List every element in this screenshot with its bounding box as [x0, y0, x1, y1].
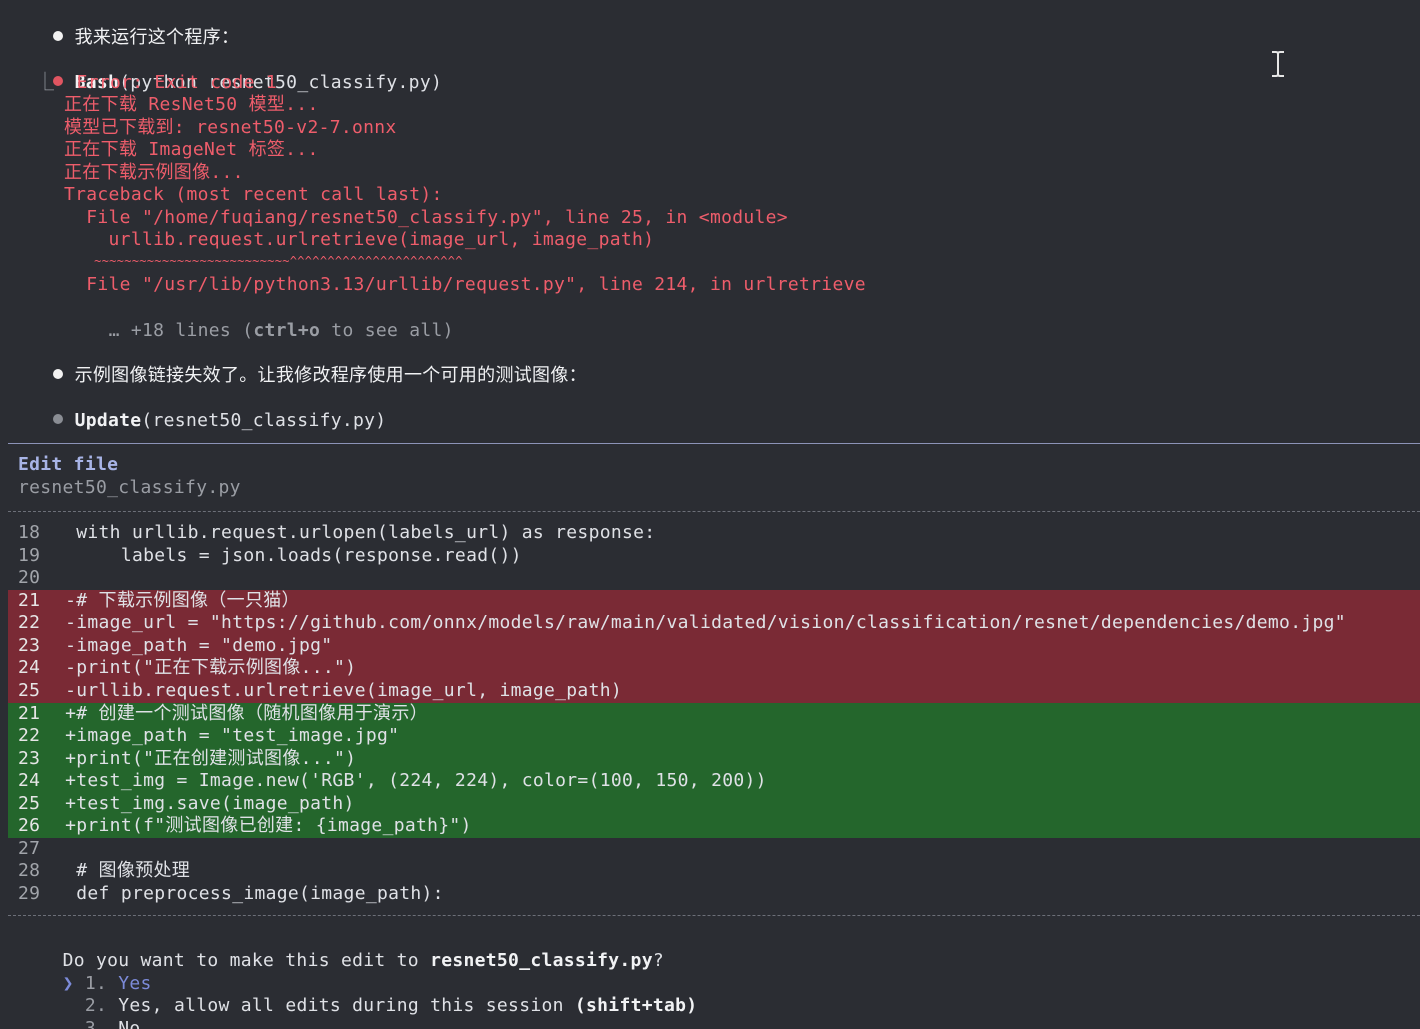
edit-panel-divider: [8, 443, 1420, 444]
diff-context-line: 20: [18, 567, 41, 588]
error-line-1: 正在下载 ResNet50 模型...: [64, 94, 319, 115]
update-tool-call: Update(resnet50_classify.py): [8, 387, 386, 431]
diff-removed-line: 22 -image_url = "https://github.com/onnx…: [18, 612, 1346, 633]
assistant-message-intro: 我来运行这个程序：: [8, 4, 239, 48]
diff-context-line: 18 with urllib.request.urlopen(labels_ur…: [18, 522, 656, 543]
diff-added-line: 24 +test_img = Image.new('RGB', (224, 22…: [18, 770, 767, 791]
pending-bullet-icon: [52, 413, 63, 424]
error-line-7: urllib.request.urlretrieve(image_url, im…: [64, 229, 655, 250]
terminal-window: 我来运行这个程序： Bash(python resnet50_classify.…: [0, 0, 1420, 1029]
option-yes-allow-all[interactable]: 2. Yes, allow all edits during this sess…: [18, 972, 697, 1016]
diff-removed-line: 21 -# 下载示例图像（一只猫）: [18, 590, 300, 611]
diff-added-line: 22 +image_path = "test_image.jpg": [18, 725, 400, 746]
diff-removed-line: 24 -print("正在下载示例图像..."): [18, 657, 357, 678]
assistant-message-explain: 示例图像链接失效了。让我修改程序使用一个可用的测试图像：: [8, 342, 587, 386]
diff-added-line: 23 +print("正在创建测试图像..."): [18, 748, 357, 769]
option-yes[interactable]: ❯ 1. Yes: [18, 950, 152, 994]
diff-removed-line: 23 -image_path = "demo.jpg": [18, 635, 333, 656]
error-line-2: 模型已下载到: resnet50-v2-7.onnx: [64, 117, 397, 138]
diff-bottom-divider: [8, 915, 1420, 916]
error-line-6: File "/home/fuqiang/resnet50_classify.py…: [64, 207, 788, 228]
text-cursor-icon: [1272, 51, 1284, 77]
diff-context-line: 28 # 图像预处理: [18, 860, 191, 881]
error-line-5: Traceback (most recent call last):: [64, 184, 443, 205]
confirm-question: Do you want to make this edit to resnet5…: [62, 949, 664, 971]
diff-context-line: 27: [18, 838, 41, 859]
option-no[interactable]: 3. No: [18, 995, 141, 1029]
diff-top-divider: [8, 511, 1420, 512]
error-line-0: ⎿ Error: Exit code 1: [36, 72, 278, 93]
diff-added-line: 25 +test_img.save(image_path): [18, 793, 355, 814]
diff-context-line: 29 def preprocess_image(image_path):: [18, 883, 444, 904]
diff-removed-line: 25 -urllib.request.urlretrieve(image_url…: [18, 680, 622, 701]
edit-panel-filename: resnet50_classify.py: [18, 477, 241, 498]
error-line-3: 正在下载 ImageNet 标签...: [64, 139, 319, 160]
bash-tool-call: Bash(python resnet50_classify.py): [8, 49, 442, 93]
diff-added-line: 21 +# 创建一个测试图像（随机图像用于演示）: [18, 703, 428, 724]
message-bullet-icon: [52, 30, 63, 41]
message-bullet-icon: [52, 368, 63, 379]
expand-output-hint[interactable]: … +18 lines (ctrl+o to see all): [64, 297, 454, 341]
edit-panel-title: Edit file: [18, 454, 119, 475]
error-line-8: ~~~~~~~~~~~~~~~~~~~~~~~~~~^^^^^^^^^^^^^^…: [64, 254, 463, 268]
diff-context-line: 19 labels = json.loads(response.read()): [18, 545, 522, 566]
error-line-4: 正在下载示例图像...: [64, 162, 244, 183]
diff-added-line: 26 +print(f"测试图像已创建: {image_path}"): [18, 815, 472, 836]
error-line-9: File "/usr/lib/python3.13/urllib/request…: [64, 274, 866, 295]
